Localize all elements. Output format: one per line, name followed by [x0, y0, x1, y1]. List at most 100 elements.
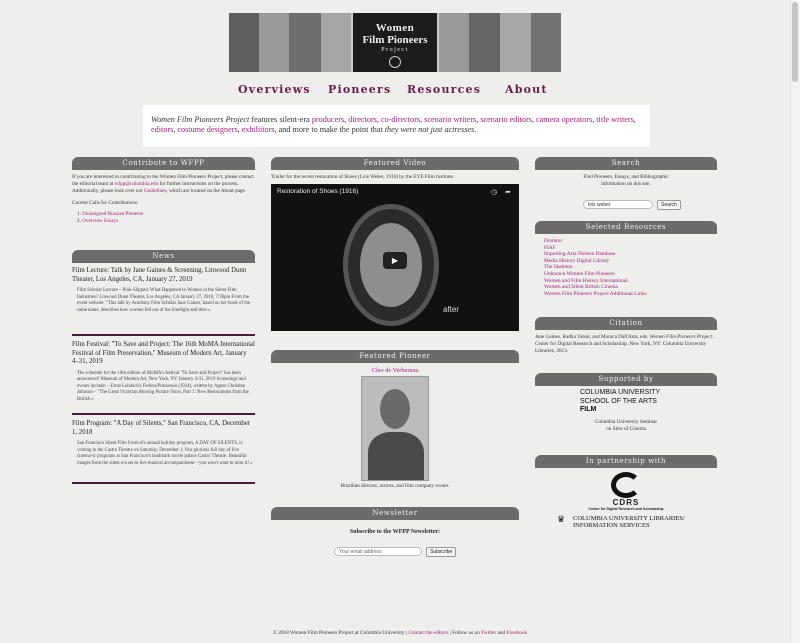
search-heading: Search — [535, 157, 717, 170]
news-item: Film Festival: "To Save and Project: The… — [72, 341, 255, 413]
news-heading: News — [72, 250, 255, 263]
play-icon[interactable]: ▶ — [383, 252, 407, 269]
role-link[interactable]: directors — [348, 115, 377, 124]
subscribe-button[interactable]: Subscribe — [426, 547, 457, 557]
news-item: Film Lecture: Talk by Jane Gaines & Scre… — [72, 267, 255, 334]
twitter-link[interactable]: Twitter — [481, 630, 496, 636]
resources-section: Selected Resources Domitor FIAF Importin… — [535, 221, 717, 297]
role-link[interactable]: costume designers — [177, 125, 237, 134]
news-title[interactable]: Film Program: "A Day of Silents," San Fr… — [72, 420, 255, 437]
share-icon[interactable]: ➦ — [505, 188, 511, 196]
resource-link[interactable]: Domitor — [544, 238, 717, 245]
calls-label: Current Calls for Contributions: — [72, 200, 139, 206]
call-link[interactable]: Overview Essays — [82, 218, 118, 224]
resources-heading: Selected Resources — [535, 221, 717, 234]
watch-later-icon[interactable]: ◷ — [491, 188, 497, 196]
contact-link[interactable]: Contact the editors — [408, 630, 448, 636]
contribute-email-link[interactable]: wfpp@columbia.edu — [115, 181, 159, 187]
search-button[interactable]: Search — [657, 200, 681, 210]
scrollbar-thumb[interactable] — [792, 2, 798, 82]
video-overlay-text: after — [443, 305, 460, 314]
nav-overviews[interactable]: Overviews — [238, 83, 311, 96]
role-link[interactable]: exhibitors — [242, 125, 275, 134]
banner-photo — [439, 13, 469, 72]
cdrs-subtitle: Center for Digital Research and Scholars… — [588, 507, 664, 511]
search-form: lois weber Search — [535, 193, 717, 211]
site-banner[interactable]: Women Film Pioneers Project — [229, 13, 561, 72]
role-link[interactable]: co-directors — [381, 115, 420, 124]
pioneer-name-link[interactable]: Cleo de Verberena — [372, 367, 418, 374]
video-title[interactable]: Restoration of Shoes (1916) — [277, 188, 358, 195]
cdrs-logo[interactable]: CDRS Center for Digital Research and Sch… — [535, 472, 717, 511]
main-nav: Overviews Pioneers Resources About — [229, 83, 569, 99]
video-player[interactable]: Restoration of Shoes (1916) ◷ ➦ ▶ after — [271, 184, 519, 331]
role-link[interactable]: scenario editors — [480, 115, 532, 124]
cdrs-icon — [611, 472, 641, 498]
call-link[interactable]: Unassigned Russian Pioneers — [82, 211, 143, 217]
left-column: Contribute to WFPP If you are interested… — [72, 157, 255, 225]
news-divider — [72, 413, 255, 415]
logo-line-3: Project — [381, 47, 409, 53]
logo-line-1: Women — [375, 22, 415, 34]
resources-list: Domitor FIAF Importing Asta Nielsen Data… — [535, 238, 717, 297]
newsletter-section: Newsletter Subscribe to the WFPP Newslet… — [271, 507, 519, 558]
arts-logo-line-2: SCHOOL OF THE ARTS — [580, 397, 657, 405]
pioneer-shawl — [368, 432, 424, 480]
citation-text: Jane Gaines, Radha Vatsal, and Monica Da… — [535, 334, 717, 355]
intro-text: features silent-era — [249, 115, 312, 124]
pioneer-face — [380, 389, 410, 429]
citation-heading: Citation — [535, 317, 717, 330]
resource-link[interactable]: Women and Film History International — [544, 278, 717, 285]
pioneer-caption: Brazilian director, actress, and film co… — [340, 483, 450, 489]
newsletter-form: Your email address Subscribe — [271, 540, 519, 558]
intro-text: . — [474, 125, 477, 134]
featured-pioneer-section: Featured Pioneer Cleo de Verberena — [271, 350, 519, 374]
contribute-heading: Contribute to WFPP — [72, 157, 255, 170]
pioneer-heading: Featured Pioneer — [271, 350, 519, 363]
search-input[interactable]: lois weber — [583, 200, 653, 209]
nav-resources[interactable]: Resources — [407, 83, 481, 96]
news-title[interactable]: Film Lecture: Talk by Jane Gaines & Scre… — [72, 267, 255, 284]
video-heading: Featured Video — [271, 157, 519, 170]
crown-icon: ♛ — [557, 514, 566, 524]
facebook-link[interactable]: Facebook — [507, 630, 528, 636]
pioneer-photo[interactable] — [361, 376, 429, 481]
intro-text: , and more to make the point that — [274, 125, 385, 134]
footer-copyright: © 2018 Women Film Pioneers Project at Co… — [272, 630, 409, 636]
news-title[interactable]: Film Festival: "To Save and Project: The… — [72, 341, 255, 367]
resource-link[interactable]: Importing Asta Nielsen Database — [544, 251, 717, 258]
guidelines-link[interactable]: Guidelines — [144, 188, 166, 194]
resource-link[interactable]: Unknown Women Film Pioneers — [544, 271, 717, 278]
resource-link[interactable]: Women and Silent British Cinema — [544, 284, 717, 291]
newsletter-email-input[interactable]: Your email address — [334, 547, 422, 556]
news-item: Film Program: "A Day of Silents," San Fr… — [72, 420, 255, 482]
arts-logo-line-3: FILM — [580, 406, 597, 413]
resource-link[interactable]: The Skeleton — [544, 264, 717, 271]
libraries-line-2: INFORMATION SERVICES — [573, 522, 650, 529]
banner-photo — [229, 13, 259, 72]
banner-photo — [259, 13, 289, 72]
columbia-libraries-logo[interactable]: ♛ COLUMBIA UNIVERSITY LIBRARIES/ INFORMA… — [535, 514, 717, 530]
role-link[interactable]: scenario writers — [424, 115, 476, 124]
site-logo[interactable]: Women Film Pioneers Project — [351, 13, 439, 72]
role-link[interactable]: title writers — [596, 115, 634, 124]
banner-photo — [500, 13, 531, 72]
contribute-p3: , which are located on the About page. — [166, 188, 247, 194]
calls-list-item: 2. Overview Essays — [77, 218, 119, 224]
resource-link[interactable]: Media History Digital Library — [544, 258, 717, 265]
seminar-text[interactable]: Columbia University Seminar on Sites of … — [535, 419, 717, 433]
banner-photo — [531, 13, 561, 72]
resource-link[interactable]: Women Film Pioneers Project Additional L… — [544, 291, 717, 298]
page-scrollbar[interactable] — [790, 0, 800, 643]
seminar-line-1: Columbia University Seminar — [594, 418, 658, 425]
resource-link[interactable]: FIAF — [544, 245, 717, 252]
columbia-arts-logo[interactable]: COLUMBIA UNIVERSITY SCHOOL OF THE ARTS F… — [535, 389, 717, 415]
contribute-text: If you are interested in contributing to… — [72, 174, 255, 195]
supported-heading: Supported by — [535, 373, 717, 386]
role-link[interactable]: editors — [151, 125, 173, 134]
nav-about[interactable]: About — [505, 83, 548, 96]
role-link[interactable]: camera operators — [536, 115, 592, 124]
role-link[interactable]: producers — [312, 115, 344, 124]
nav-pioneers[interactable]: Pioneers — [328, 83, 391, 96]
banner-photo — [469, 13, 500, 72]
